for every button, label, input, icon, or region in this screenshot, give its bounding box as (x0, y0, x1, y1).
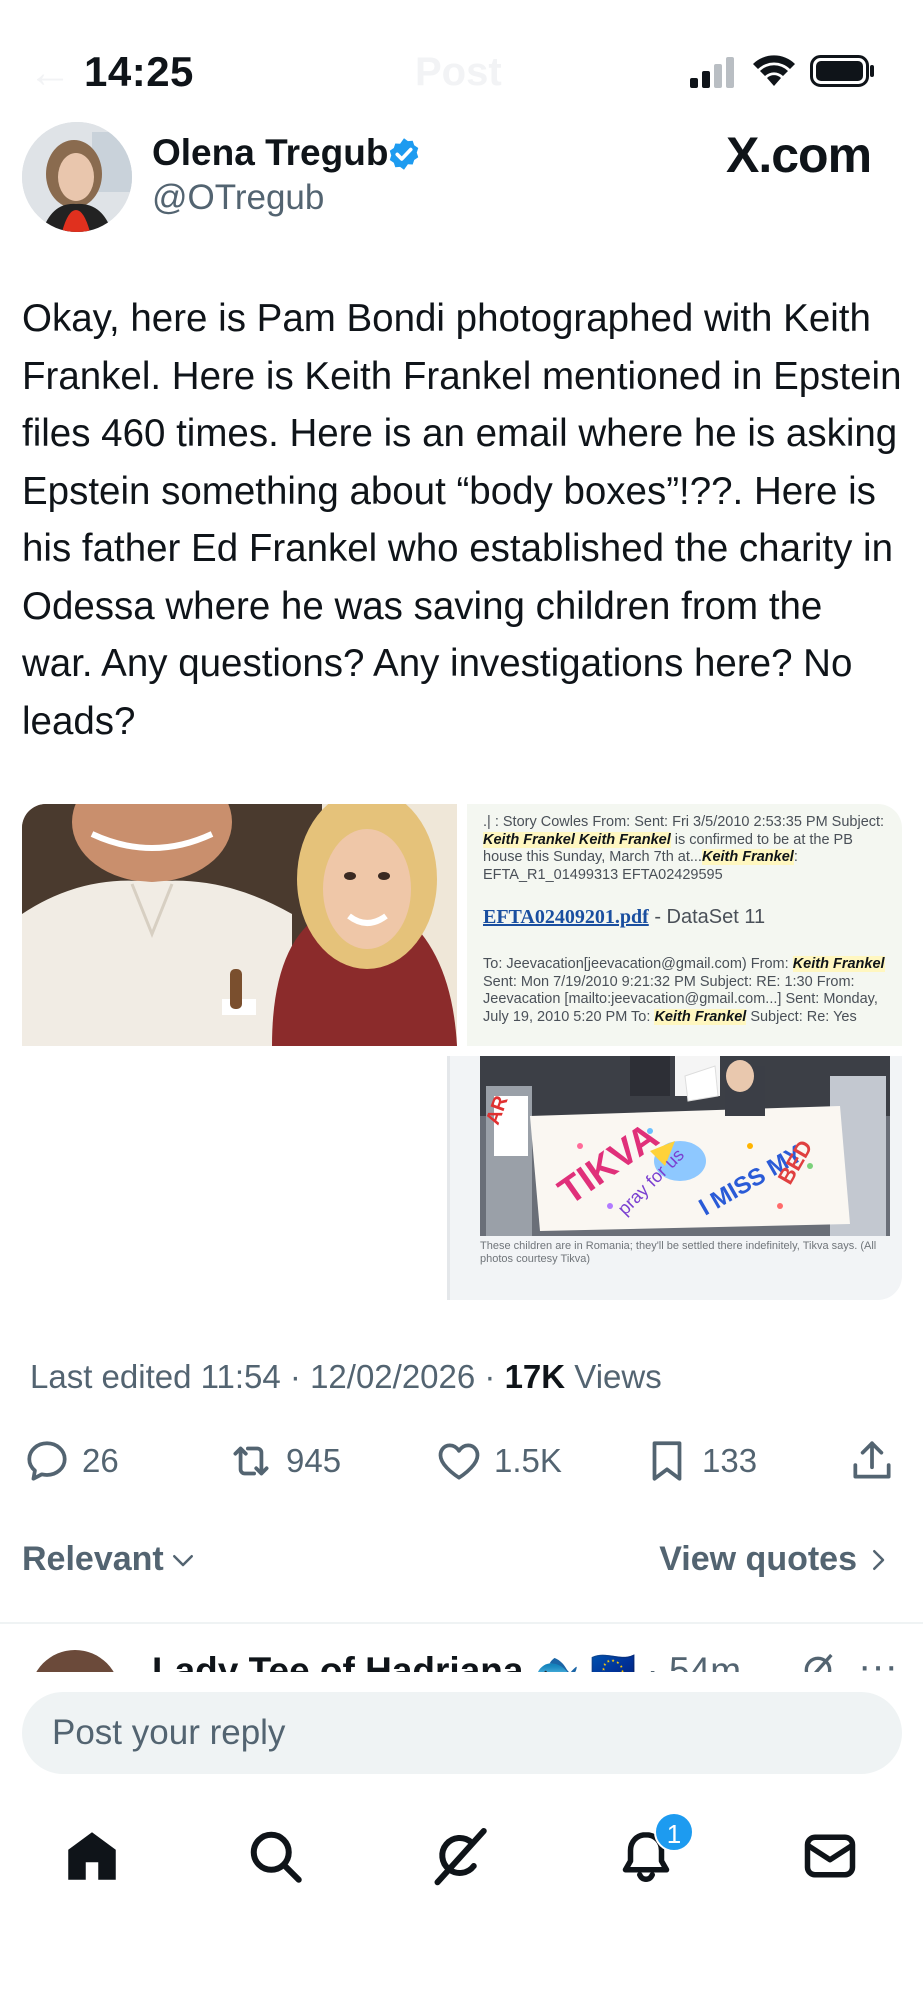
meta-separator: · (475, 1358, 505, 1395)
media-photo-bondi-frankel[interactable] (22, 804, 457, 1046)
nav-search[interactable] (245, 1826, 305, 1886)
repost-icon (233, 1446, 269, 1476)
reply-input-container[interactable] (22, 1692, 902, 1774)
cellular-signal-icon (690, 57, 734, 88)
repost-button[interactable]: 945 (226, 1436, 341, 1486)
nav-messages[interactable] (800, 1826, 860, 1886)
wifi-icon (753, 55, 795, 86)
doc-paragraph-2: To: Jeevacation[jeevacation@gmail.com) F… (483, 956, 885, 1025)
media-epstein-document[interactable]: .| : Story Cowles From: Sent: Fri 3/5/20… (467, 804, 902, 1046)
views-count: 17K (504, 1358, 566, 1395)
heart-icon (438, 1443, 480, 1480)
author-avatar[interactable] (22, 122, 132, 232)
reply-time: · 54m (636, 1650, 742, 1672)
status-time: 14:25 (84, 48, 194, 95)
post-meta: Last edited 11:54 · 12/02/2026 · 17K Vie… (30, 1358, 662, 1396)
sort-relevant-dropdown[interactable]: Relevant (22, 1540, 198, 1579)
reply-count: 26 (82, 1442, 119, 1479)
photo-caption: These children are in Romania; they'll b… (480, 1240, 877, 1265)
grok-icon[interactable] (798, 1650, 838, 1672)
author-handle[interactable]: @OTregub (152, 178, 324, 218)
repost-count: 945 (286, 1442, 342, 1479)
grok-icon (434, 1828, 487, 1886)
reply-icon (27, 1441, 67, 1481)
share-button[interactable] (847, 1436, 897, 1486)
author-portrait (22, 122, 132, 232)
like-button[interactable]: 1.5K (434, 1436, 562, 1486)
reply-avatar[interactable] (30, 1650, 120, 1672)
doc-file-link[interactable]: EFTA02409201.pdf - DataSet 11 (483, 906, 765, 929)
photo-two-people (22, 804, 457, 1046)
home-icon (68, 1832, 116, 1880)
author-name[interactable]: Olena Tregub (152, 132, 388, 174)
bookmark-icon (652, 1441, 682, 1481)
nav-home[interactable] (62, 1826, 122, 1886)
doc-paragraph-1: .| : Story Cowles From: Sent: Fri 3/5/20… (483, 814, 885, 883)
photo-children-banner: AR TIKVA pray for us I MISS MY BED (480, 1056, 890, 1236)
back-arrow-icon[interactable]: ← (28, 48, 72, 98)
reply-author-name[interactable]: Lady Tee of Hadriana 🐟 🇪🇺 · 54m (152, 1650, 741, 1672)
chevron-right-icon (873, 1549, 885, 1570)
mail-icon (804, 1834, 856, 1878)
bookmark-button[interactable]: 133 (642, 1436, 757, 1486)
more-options-icon[interactable]: ··· (858, 1644, 898, 1672)
bookmark-count: 133 (702, 1442, 758, 1479)
relevant-label: Relevant (22, 1540, 164, 1578)
reply-input[interactable] (22, 1692, 902, 1774)
like-count: 1.5K (494, 1442, 562, 1479)
view-quotes-label: View quotes (659, 1540, 857, 1578)
edited-timestamp[interactable]: Last edited 11:54 · 12/02/2026 (30, 1358, 475, 1395)
notification-badge: 1 (654, 1812, 694, 1852)
reply-button[interactable]: 26 (22, 1436, 119, 1486)
search-icon (250, 1831, 302, 1883)
status-bar: ← Post 14:25 (0, 0, 923, 140)
views-label: Views (574, 1358, 662, 1395)
reply-item[interactable]: Lady Tee of Hadriana 🐟 🇪🇺 · 54m ··· (0, 1624, 923, 1672)
xcom-watermark: X.com (726, 127, 872, 183)
page-title: Post (415, 50, 502, 94)
view-quotes-link[interactable]: View quotes (659, 1540, 893, 1579)
chevron-down-icon (172, 1554, 193, 1566)
tweet-text: Okay, here is Pam Bondi photographed wit… (22, 297, 902, 743)
battery-icon (810, 55, 874, 87)
verified-badge-icon (389, 138, 419, 170)
share-icon (853, 1441, 891, 1479)
media-tikva-children[interactable]: AR TIKVA pray for us I MISS MY BED These… (447, 1056, 902, 1300)
reply-author-emoji: 🐟 🇪🇺 (533, 1650, 637, 1672)
nav-grok[interactable] (430, 1826, 490, 1886)
